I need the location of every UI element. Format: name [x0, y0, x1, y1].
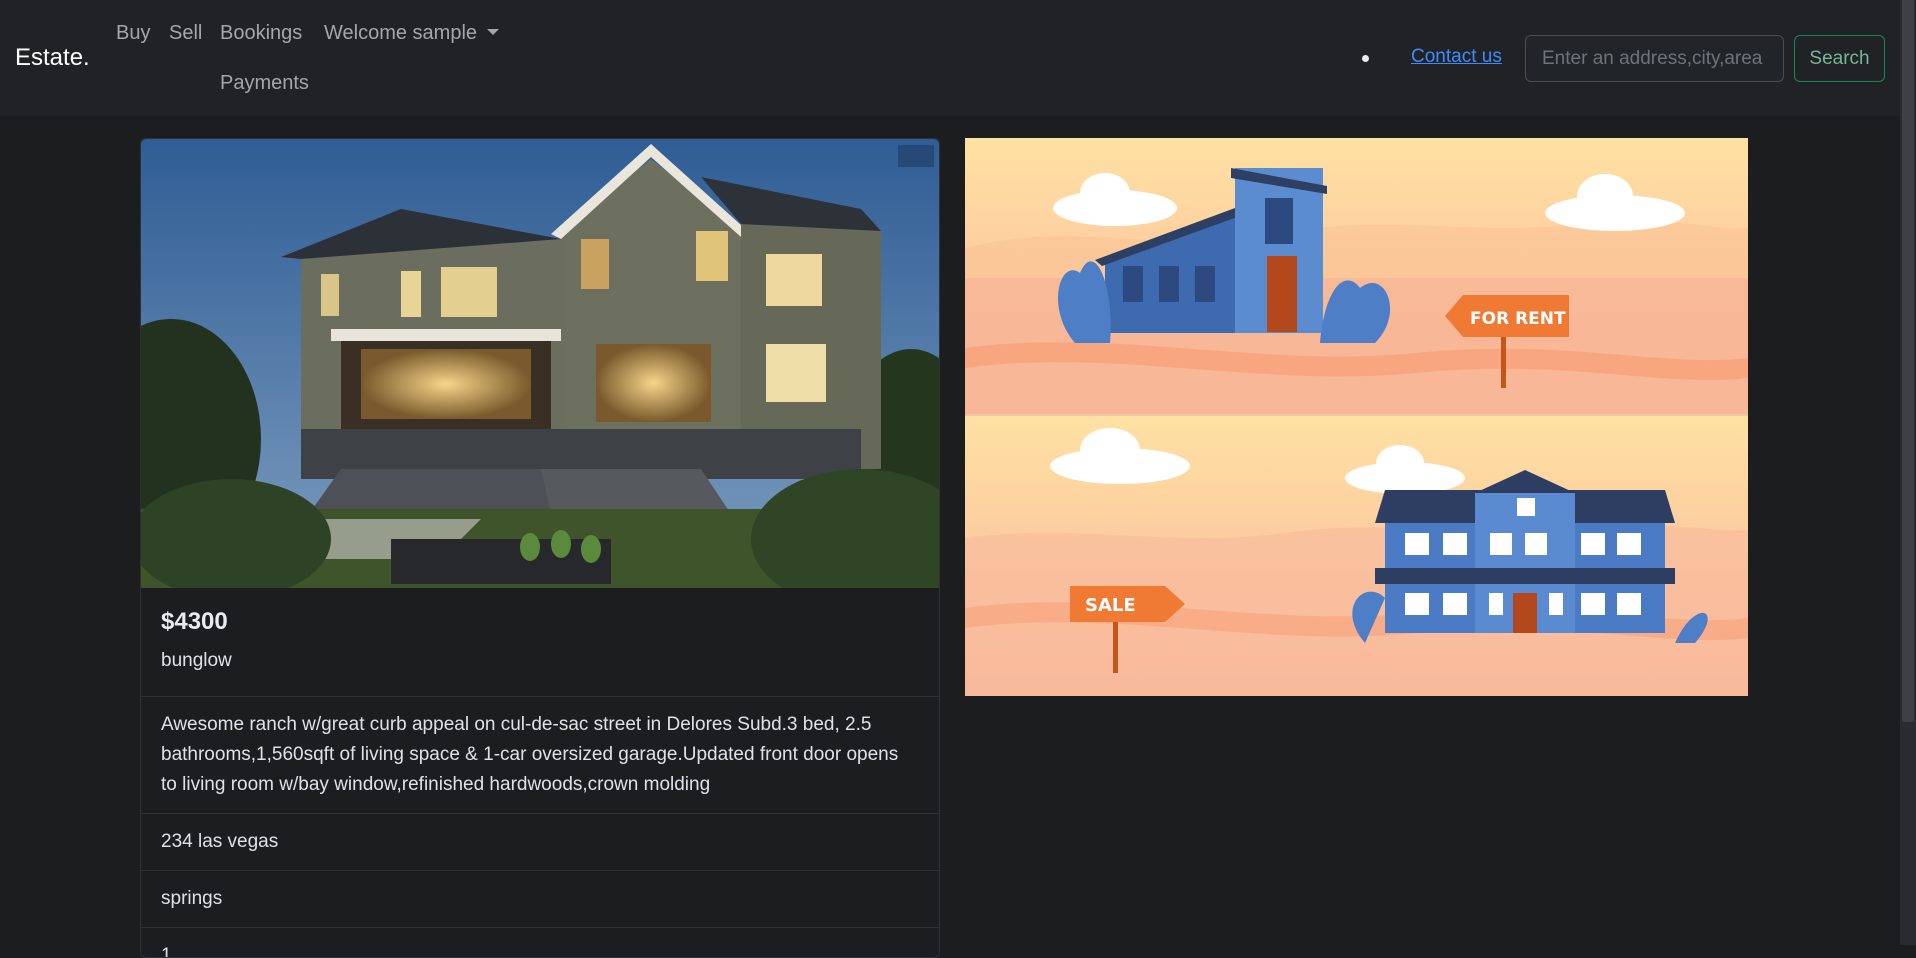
navbar: Estate. Buy Sell Bookings Welcome sample… [0, 0, 1900, 116]
listing-card: $4300 bunglow Awesome ranch w/great curb… [140, 138, 940, 958]
contact-link[interactable]: Contact us [1411, 46, 1502, 68]
listing-extra: 1 [141, 927, 939, 957]
nav-buy[interactable]: Buy [116, 22, 150, 45]
listing-type: bunglow [161, 650, 232, 671]
scrollbar[interactable] [1900, 0, 1916, 945]
search-button[interactable]: Search [1794, 35, 1885, 82]
caret-down-icon [487, 29, 500, 35]
rent-sale-illustration: FOR RENT SALE [965, 138, 1748, 696]
welcome-label: Welcome sample [324, 22, 478, 44]
listing-address: 234 las vegas [141, 813, 939, 870]
nav-sell[interactable]: Sell [169, 22, 202, 45]
search-input[interactable] [1525, 35, 1784, 82]
house-photo [141, 139, 939, 588]
listing-price: $4300 [161, 608, 228, 635]
nav-payments[interactable]: Payments [220, 72, 309, 95]
brand-logo[interactable]: Estate. [15, 44, 90, 72]
listing-city: springs [141, 870, 939, 927]
list-bullet [1362, 55, 1369, 62]
scrollbar-thumb[interactable] [1902, 0, 1914, 722]
nav-bookings[interactable]: Bookings [220, 22, 302, 45]
sale-sign-text: SALE [1085, 595, 1136, 616]
nav-welcome-dropdown[interactable]: Welcome sample [324, 22, 500, 45]
listing-description: Awesome ranch w/great curb appeal on cul… [141, 696, 939, 813]
rent-sign-text: FOR RENT [1470, 309, 1566, 329]
